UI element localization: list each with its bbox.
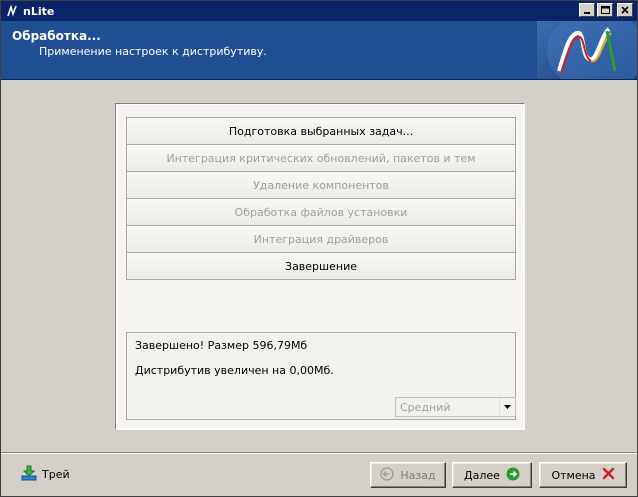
priority-dropdown-value: Средний [400, 400, 451, 414]
task-item-prepare: Подготовка выбранных задач... [126, 117, 516, 145]
progress-panel-body: Подготовка выбранных задач... Интеграция… [117, 105, 523, 428]
minimize-button[interactable] [579, 3, 595, 17]
page-title: Обработка... [12, 29, 101, 43]
nlite-header-logo-icon [537, 21, 637, 79]
cancel-button[interactable]: Отмена [539, 462, 627, 488]
chevron-down-icon[interactable] [499, 398, 515, 416]
wizard-header: Обработка... Применение настроек к дистр… [1, 21, 637, 80]
tray-button[interactable]: Трей [21, 465, 70, 484]
nlite-window: nLite Обработка... Применение настроек к… [0, 0, 638, 497]
task-item-integrate-updates: Интеграция критических обновлений, пакет… [126, 144, 516, 172]
task-item-integrate-drivers: Интеграция драйверов [126, 225, 516, 253]
result-size-text: Завершено! Размер 596,79Мб [135, 339, 308, 352]
nlite-logo-icon [5, 4, 19, 18]
task-item-process-setup-files: Обработка файлов установки [126, 198, 516, 226]
back-button-label: Назад [400, 468, 436, 482]
priority-dropdown[interactable]: Средний [395, 397, 516, 417]
arrow-left-circle-icon [380, 466, 395, 484]
cancel-button-label: Отмена [551, 468, 596, 482]
next-button-label: Далее [464, 468, 500, 482]
maximize-button[interactable] [597, 3, 613, 17]
back-button[interactable]: Назад [370, 462, 446, 488]
result-delta-text: Дистрибутив увеличен на 0,00Мб. [135, 364, 334, 377]
title-bar[interactable]: nLite [1, 1, 637, 21]
tray-download-icon [21, 465, 37, 484]
footer-divider [1, 452, 637, 454]
page-subtitle: Применение настроек к дистрибутиву. [39, 45, 267, 58]
arrow-right-circle-icon [506, 467, 520, 484]
task-item-remove-components: Удаление компонентов [126, 171, 516, 199]
window-title: nLite [23, 4, 55, 18]
task-item-finish: Завершение [126, 252, 516, 280]
next-button[interactable]: Далее [452, 462, 532, 488]
task-list: Подготовка выбранных задач... Интеграция… [126, 117, 516, 280]
progress-panel: Подготовка выбранных задач... Интеграция… [115, 103, 525, 430]
close-button[interactable] [617, 3, 633, 17]
tray-label: Трей [42, 468, 70, 481]
result-log: Завершено! Размер 596,79Мб Дистрибутив у… [126, 332, 516, 420]
window-controls [579, 3, 633, 17]
red-x-icon [602, 467, 615, 483]
